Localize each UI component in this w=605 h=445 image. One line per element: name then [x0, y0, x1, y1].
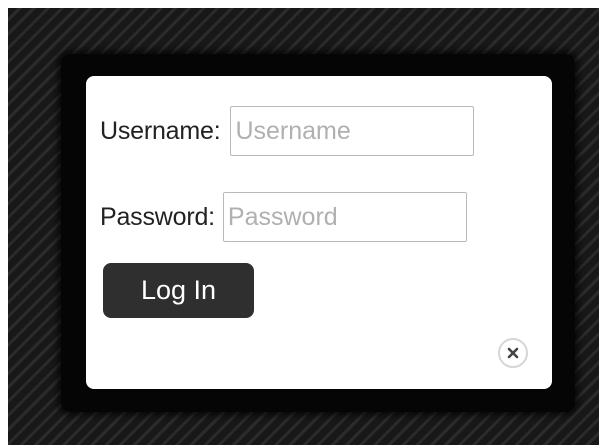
username-input[interactable]	[230, 106, 475, 156]
login-button[interactable]: Log In	[103, 263, 254, 318]
password-row: Password:	[100, 192, 467, 242]
close-button[interactable]	[498, 338, 528, 368]
username-label: Username:	[100, 116, 221, 145]
login-dialog: Username: Password: Log In	[86, 76, 552, 389]
dark-backdrop: Username: Password: Log In	[8, 8, 599, 445]
password-input[interactable]	[222, 192, 467, 242]
password-label: Password:	[100, 202, 215, 231]
username-row: Username:	[100, 106, 475, 156]
close-icon	[507, 347, 519, 359]
